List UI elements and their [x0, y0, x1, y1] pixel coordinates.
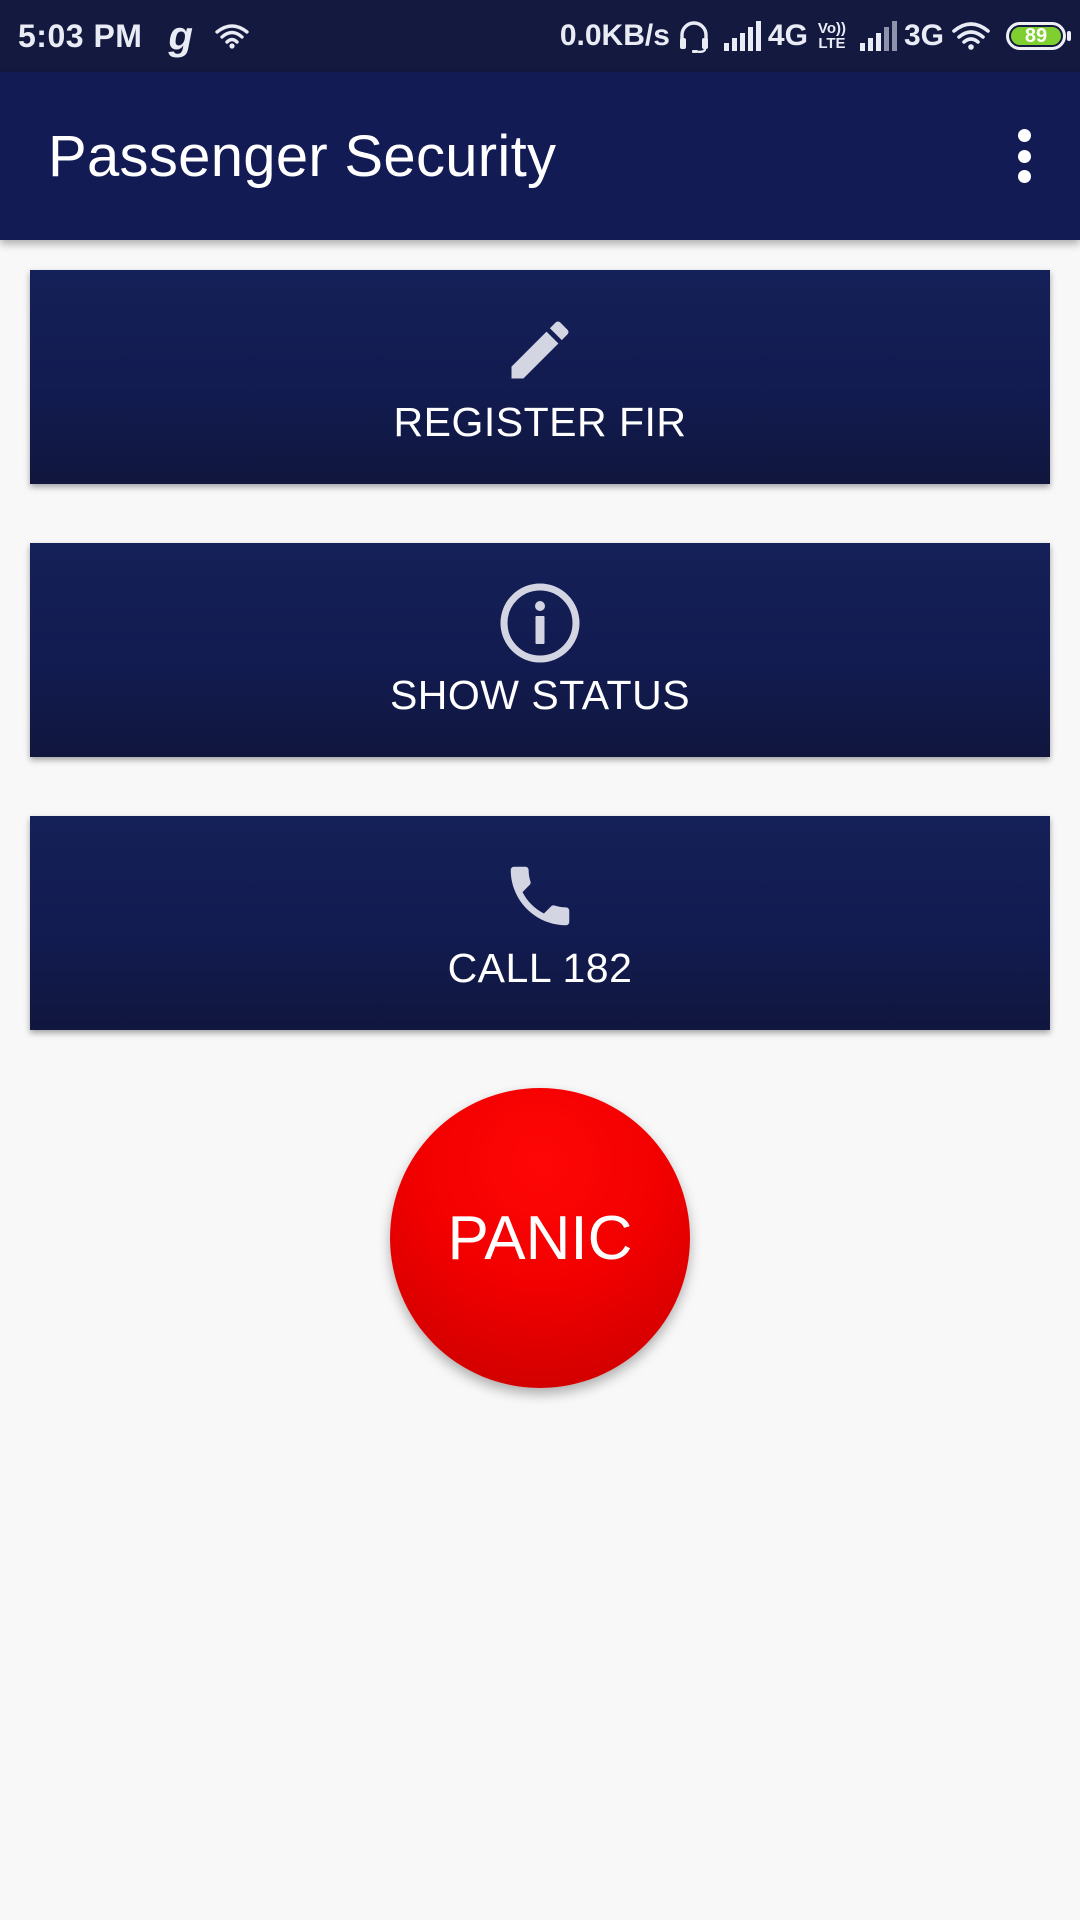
volte-indicator: Vo)) LTE	[818, 21, 846, 51]
network-speed: 0.0KB/s	[559, 19, 670, 52]
show-status-button[interactable]: SHOW STATUS	[30, 543, 1050, 757]
battery-level: 89	[1011, 25, 1061, 47]
info-icon	[499, 582, 581, 664]
status-bar-left: 5:03 PM g	[18, 16, 249, 56]
headset-icon	[678, 19, 710, 53]
panic-label: PANIC	[447, 1203, 633, 1273]
app-title: Passenger Security	[48, 123, 557, 189]
battery-icon: 89	[1006, 22, 1071, 50]
menu-dot	[1017, 129, 1031, 142]
wifi-icon	[952, 21, 992, 51]
status-bar-right: 0.0KB/s 4G Vo)) LTE 3G 89	[559, 19, 1071, 53]
panic-button[interactable]: PANIC	[390, 1088, 690, 1388]
app-bar: Passenger Security	[0, 72, 1080, 240]
app-notification-icon: g	[168, 14, 193, 58]
volte-line-2: LTE	[818, 35, 846, 52]
network-type-2: 3G	[903, 19, 944, 52]
signal-icon	[859, 21, 898, 51]
menu-dot	[1017, 170, 1031, 183]
status-bar: 5:03 PM g 0.0KB/s 4G Vo)) LTE 3G 89	[0, 0, 1080, 72]
signal-icon	[723, 21, 762, 51]
more-vert-icon[interactable]	[1004, 121, 1044, 191]
status-time: 5:03 PM	[18, 17, 143, 54]
network-type-1: 4G	[767, 19, 808, 52]
show-status-label: SHOW STATUS	[389, 671, 691, 718]
phone-icon	[501, 855, 579, 937]
wifi-icon	[215, 22, 249, 50]
call-182-button[interactable]: CALL 182	[30, 816, 1050, 1030]
register-fir-button[interactable]: REGISTER FIR	[30, 270, 1050, 484]
register-fir-label: REGISTER FIR	[393, 398, 687, 445]
volte-line-1: Vo))	[817, 20, 846, 37]
menu-dot	[1017, 149, 1031, 163]
pencil-icon	[502, 309, 578, 391]
battery-tip	[1067, 31, 1071, 41]
call-182-label: CALL 182	[447, 944, 633, 991]
